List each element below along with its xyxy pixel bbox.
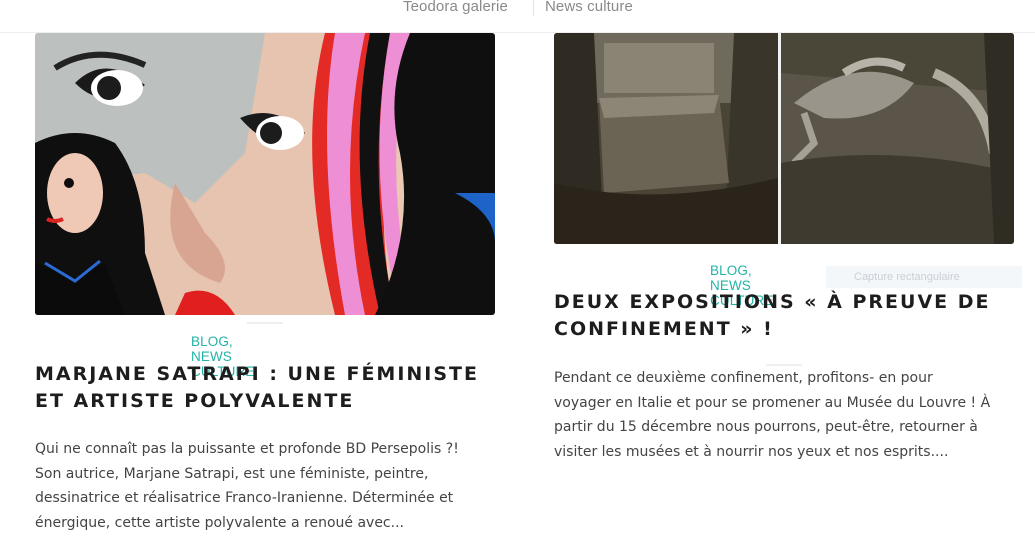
excerpt-line: Qui ne connaît pas la puissante et profo… bbox=[35, 441, 459, 457]
excerpt-line: dessinatrice et réalisatrice Franco-Iran… bbox=[35, 490, 454, 506]
post-thumbnail-expositions[interactable] bbox=[554, 33, 1014, 244]
post-excerpt-expositions: Pendant ce deuxième confinement, profito… bbox=[554, 366, 1024, 464]
capture-overlay-label: Capture rectangulaire bbox=[826, 266, 1022, 288]
nav-separator bbox=[533, 0, 534, 16]
post-title-line: DEUX EXPOSITIONS « À PREUVE DE bbox=[554, 291, 991, 313]
post-thumbnail-satrapi[interactable] bbox=[35, 33, 495, 315]
excerpt-line: visiter les musées et à nourrir nos yeux… bbox=[554, 443, 949, 460]
post-title-line: ET ARTISTE POLYVALENTE bbox=[35, 390, 355, 412]
excerpt-line: Son autrice, Marjane Satrapi, est une fé… bbox=[35, 465, 429, 482]
excerpt-line: partir du 15 décembre nous pourrons, peu… bbox=[554, 419, 978, 435]
excerpt-line: énergique, cette artiste polyvalente a r… bbox=[35, 514, 404, 531]
post-title-expositions[interactable]: DEUX EXPOSITIONS « À PREUVE DE CONFINEME… bbox=[554, 289, 1024, 343]
title-divider bbox=[247, 322, 283, 324]
post-title-line: CONFINEMENT » ! bbox=[554, 318, 774, 340]
post-title-satrapi[interactable]: MARJANE SATRAPI : UNE FÉMINISTE ET ARTIS… bbox=[35, 361, 505, 415]
nav-link-teodora-galerie[interactable]: Teodora galerie bbox=[403, 0, 508, 15]
excerpt-line: Pendant ce deuxième confinement, profito… bbox=[554, 370, 933, 386]
excavation-photo-image bbox=[554, 33, 1014, 244]
post-excerpt-satrapi: Qui ne connaît pas la puissante et profo… bbox=[35, 437, 505, 535]
satrapi-painting-image bbox=[35, 33, 495, 315]
post-title-line: MARJANE SATRAPI : UNE FÉMINISTE bbox=[35, 363, 479, 385]
top-navigation: Teodora galerie News culture bbox=[0, 0, 1035, 33]
nav-link-news-culture[interactable]: News culture bbox=[545, 0, 633, 15]
excerpt-line: voyager en Italie et pour se promener au… bbox=[554, 394, 991, 411]
